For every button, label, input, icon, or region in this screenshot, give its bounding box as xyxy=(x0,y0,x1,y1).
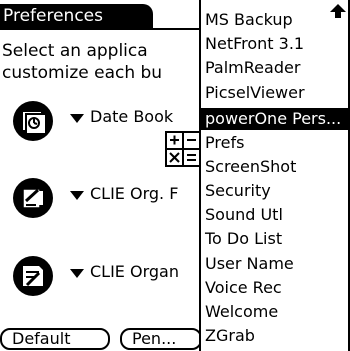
app-name[interactable]: Date Book xyxy=(90,107,200,126)
menu-item[interactable]: Prefs xyxy=(201,132,348,154)
menu-item-selected[interactable]: powerOne Pers... xyxy=(201,108,348,130)
menu-item[interactable]: ScreenShot xyxy=(201,156,348,178)
calculator-icon xyxy=(165,131,201,167)
menu-item[interactable]: User Name xyxy=(201,253,348,275)
instructions-line-2: customize each bu xyxy=(2,63,163,83)
menu-item[interactable]: To Do List xyxy=(201,228,348,250)
instructions-line-1: Select an applica xyxy=(2,41,148,61)
page-title: Preferences xyxy=(3,6,103,26)
app-dropdown-arrow[interactable] xyxy=(70,269,84,278)
menu-item[interactable]: ZGrab xyxy=(201,325,348,347)
menu-item[interactable]: PicselViewer xyxy=(201,82,348,104)
menu-item[interactable]: NetFront 3.1 xyxy=(201,33,348,55)
app-dropdown-arrow[interactable] xyxy=(70,114,84,123)
menu-item[interactable]: Voice Rec xyxy=(201,277,348,299)
app-row-clie-organizer[interactable]: CLIE Organ xyxy=(12,255,202,299)
title-rule xyxy=(0,28,200,30)
app-name[interactable]: CLIE Org. F xyxy=(90,184,200,203)
menu-item[interactable]: Sound Utl xyxy=(201,204,348,226)
datebook-icon[interactable] xyxy=(12,100,54,142)
app-dropdown-list[interactable]: MS Backup NetFront 3.1 PalmReader Picsel… xyxy=(199,0,350,351)
menu-item[interactable]: Security xyxy=(201,180,348,202)
default-button-label: Default xyxy=(12,329,71,348)
menu-item[interactable]: Welcome xyxy=(201,301,348,323)
menu-item[interactable]: MS Backup xyxy=(201,9,348,31)
menu-item[interactable]: PalmReader xyxy=(201,57,348,79)
clie-organizer-icon[interactable] xyxy=(12,255,54,297)
pen-button[interactable]: Pen... xyxy=(120,328,202,350)
app-dropdown-arrow[interactable] xyxy=(70,191,84,200)
app-row-clie-org[interactable]: CLIE Org. F xyxy=(12,177,202,221)
default-button[interactable]: Default xyxy=(0,328,110,350)
clie-org-icon[interactable] xyxy=(12,177,54,219)
pen-button-label: Pen... xyxy=(132,329,177,348)
title-tab[interactable]: Preferences xyxy=(0,4,153,28)
app-name[interactable]: CLIE Organ xyxy=(90,262,200,281)
